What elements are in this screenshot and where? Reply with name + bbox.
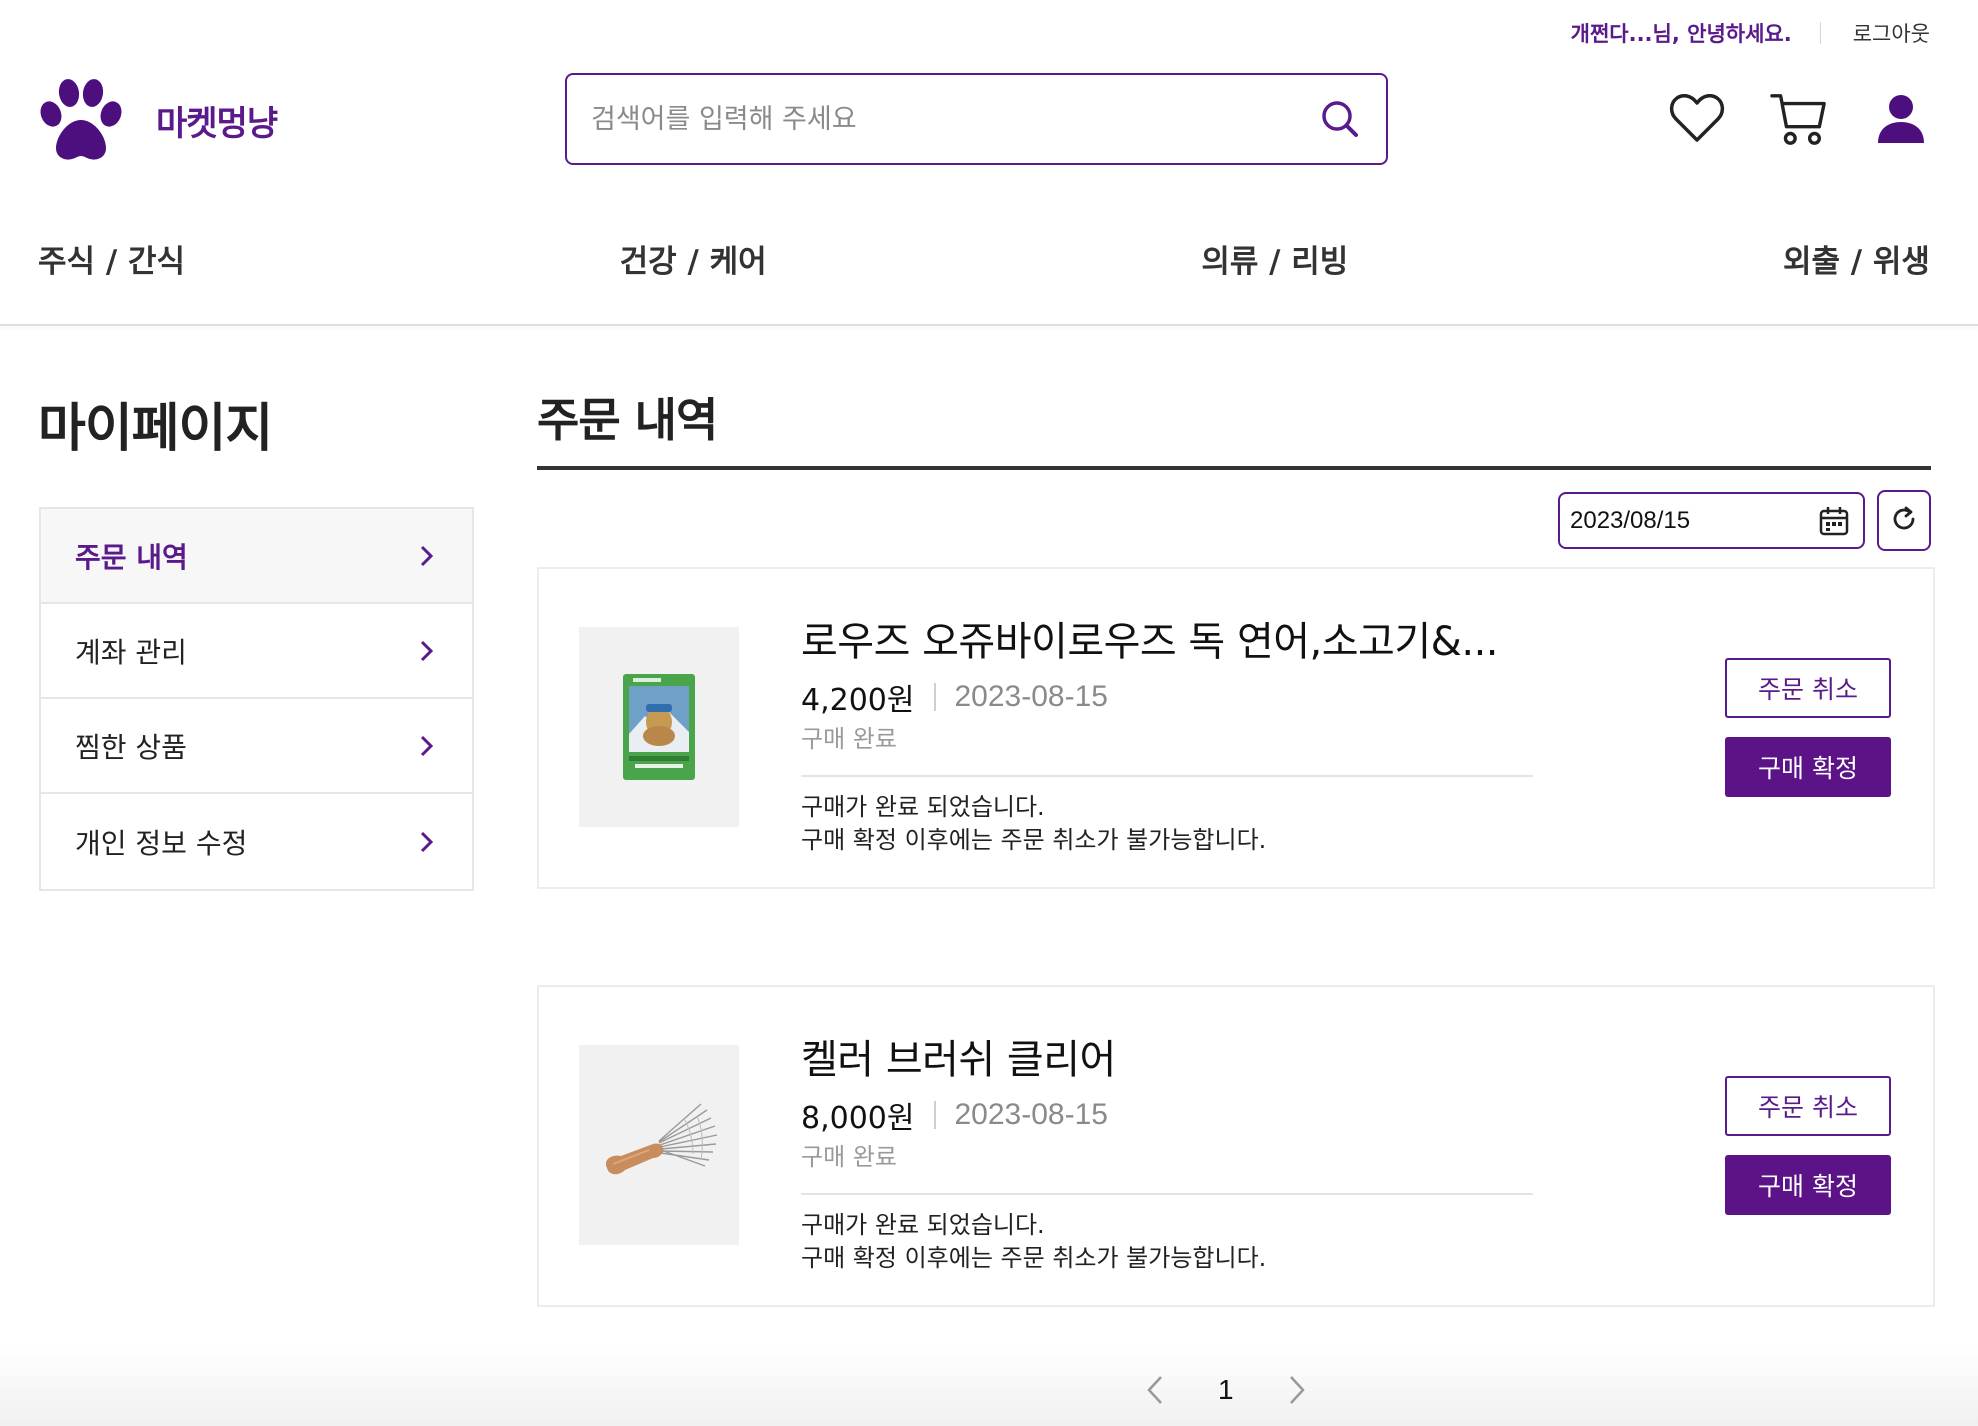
order-status: 구매 완료 (801, 725, 897, 753)
order-card: 로우즈 오쥬바이로우즈 독 연어,소고기&... 4,200원 2023-08-… (537, 567, 1935, 889)
chevron-right-icon (416, 640, 438, 662)
refresh-icon (1890, 505, 1918, 537)
price-row: 8,000원 2023-08-15 (801, 1093, 1108, 1137)
search-input[interactable] (591, 103, 1318, 135)
notice-line: 구매 확정 이후에는 주문 취소가 불가능합니다. (801, 826, 1267, 854)
user-greeting: 개쩐다...님, 안녕하세요. (1570, 22, 1792, 46)
divider (801, 775, 1533, 777)
sidebar-menu: 주문 내역 계좌 관리 찜한 상품 개인 정보 수정 (39, 507, 474, 891)
paw-icon (40, 79, 122, 160)
sidebar-item-profile[interactable]: 개인 정보 수정 (41, 794, 472, 889)
sidebar-item-account[interactable]: 계좌 관리 (41, 604, 472, 699)
page-number[interactable]: 1 (1218, 1374, 1234, 1406)
confirm-purchase-button[interactable]: 구매 확정 (1725, 737, 1891, 797)
cancel-order-button[interactable]: 주문 취소 (1725, 658, 1891, 718)
order-notice: 구매가 완료 되었습니다. 구매 확정 이후에는 주문 취소가 불가능합니다. (801, 791, 1266, 857)
nav-item-food[interactable]: 주식 / 간식 (38, 236, 185, 281)
cancel-order-button[interactable]: 주문 취소 (1725, 1076, 1891, 1136)
nav-item-clothing[interactable]: 의류 / 리빙 (1201, 236, 1348, 281)
divider (801, 1193, 1533, 1195)
chevron-right-icon (416, 831, 438, 853)
search-bar (565, 73, 1388, 165)
sidebar-item-label: 주문 내역 (75, 540, 188, 574)
chevron-right-icon (416, 735, 438, 757)
order-date: 2023-08-15 (954, 680, 1108, 713)
pagination: 1 (1140, 1370, 1312, 1410)
date-filter-value: 2023/08/15 (1570, 506, 1691, 534)
sidebar-item-label: 계좌 관리 (75, 635, 187, 669)
nav-item-outing[interactable]: 외출 / 위생 (1783, 236, 1930, 281)
order-date: 2023-08-15 (954, 1098, 1108, 1131)
nav-item-health[interactable]: 건강 / 케어 (620, 236, 767, 281)
calendar-icon[interactable] (1817, 504, 1851, 538)
top-utility-bar: 개쩐다...님, 안녕하세요. 로그아웃 (1571, 14, 1930, 52)
category-nav: 주식 / 간식 건강 / 케어 의류 / 리빙 외출 / 위생 (38, 236, 1930, 281)
brush-image (605, 1103, 718, 1175)
sidebar-item-wishlist[interactable]: 찜한 상품 (41, 699, 472, 794)
chevron-right-icon (416, 545, 438, 567)
user-icon[interactable] (1872, 90, 1930, 148)
page-title: 마이페이지 (38, 399, 273, 459)
footer-fade (0, 1346, 1978, 1426)
product-image[interactable] (579, 627, 739, 827)
divider (1819, 22, 1821, 44)
section-divider (537, 466, 1931, 470)
header-actions (1668, 90, 1930, 148)
notice-line: 구매 확정 이후에는 주문 취소가 불가능합니다. (801, 1244, 1267, 1272)
logo-text: 마켓멍냥 (156, 103, 278, 144)
notice-line: 구매가 완료 되었습니다. (801, 793, 1045, 821)
date-filter[interactable]: 2023/08/15 (1558, 492, 1865, 549)
sidebar-item-orders[interactable]: 주문 내역 (41, 509, 472, 604)
search-icon[interactable] (1318, 97, 1362, 141)
cart-icon[interactable] (1770, 90, 1828, 148)
product-name[interactable]: 켈러 브러쉬 클리어 (801, 1027, 1116, 1085)
logout-link[interactable]: 로그아웃 (1853, 18, 1930, 48)
divider (934, 1101, 937, 1129)
notice-line: 구매가 완료 되었습니다. (801, 1211, 1045, 1239)
product-price: 4,200원 (801, 683, 915, 718)
next-page-icon[interactable] (1282, 1370, 1312, 1410)
prev-page-icon[interactable] (1140, 1370, 1170, 1410)
product-name[interactable]: 로우즈 오쥬바이로우즈 독 연어,소고기&... (801, 609, 1499, 667)
order-notice: 구매가 완료 되었습니다. 구매 확정 이후에는 주문 취소가 불가능합니다. (801, 1209, 1266, 1275)
section-title: 주문 내역 (537, 393, 718, 447)
order-card: 켈러 브러쉬 클리어 8,000원 2023-08-15 구매 완료 구매가 완… (537, 985, 1935, 1307)
price-row: 4,200원 2023-08-15 (801, 675, 1108, 719)
refresh-button[interactable] (1877, 490, 1931, 551)
divider (934, 683, 937, 711)
product-price: 8,000원 (801, 1101, 915, 1136)
header-divider (0, 324, 1978, 326)
logo[interactable]: 마켓멍냥 (38, 78, 278, 162)
order-status: 구매 완료 (801, 1143, 897, 1171)
product-pouch-image (623, 674, 695, 780)
heart-icon[interactable] (1668, 90, 1726, 148)
confirm-purchase-button[interactable]: 구매 확정 (1725, 1155, 1891, 1215)
product-image[interactable] (579, 1045, 739, 1245)
sidebar-item-label: 찜한 상품 (75, 730, 187, 764)
sidebar-item-label: 개인 정보 수정 (75, 826, 248, 860)
